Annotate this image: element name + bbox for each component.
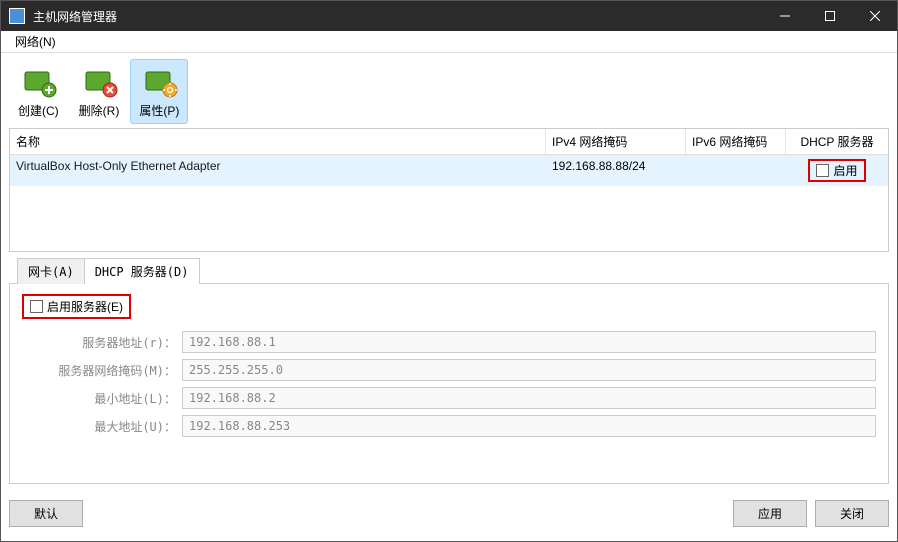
properties-label: 属性(P) (139, 102, 179, 119)
delete-button[interactable]: 删除(R) (70, 59, 129, 124)
dhcp-enable-highlight: 启用 (808, 159, 865, 182)
cell-dhcp: 启用 (786, 157, 888, 184)
tabs: 网卡(A) DHCP 服务器(D) (9, 258, 889, 284)
col-ipv4[interactable]: IPv4 网络掩码 (546, 129, 686, 154)
lower-bound-input[interactable] (182, 387, 876, 409)
cell-ipv4: 192.168.88.88/24 (546, 157, 686, 184)
minimize-button[interactable] (762, 1, 807, 31)
cell-ipv6 (686, 157, 786, 184)
create-icon (18, 64, 58, 100)
table-header: 名称 IPv4 网络掩码 IPv6 网络掩码 DHCP 服务器 (10, 129, 888, 155)
upper-bound-label: 最大地址(U)： (22, 418, 182, 435)
close-button[interactable] (852, 1, 897, 31)
tab-adapter[interactable]: 网卡(A) (17, 258, 85, 284)
titlebar: 主机网络管理器 (1, 1, 897, 31)
create-button[interactable]: 创建(C) (9, 59, 68, 124)
properties-button[interactable]: 属性(P) (130, 59, 188, 124)
tab-content-dhcp: 启用服务器(E) 服务器地址(r)： 服务器网络掩码(M)： 最小地址(L)： … (9, 283, 889, 484)
create-label: 创建(C) (18, 102, 59, 119)
toolbar: 创建(C) 删除(R) 属性(P) (9, 57, 889, 128)
server-mask-label: 服务器网络掩码(M)： (22, 362, 182, 379)
window-title: 主机网络管理器 (33, 8, 762, 25)
table-body: VirtualBox Host-Only Ethernet Adapter 19… (10, 155, 888, 251)
delete-label: 删除(R) (79, 102, 120, 119)
col-name[interactable]: 名称 (10, 129, 546, 154)
upper-bound-input[interactable] (182, 415, 876, 437)
col-ipv6[interactable]: IPv6 网络掩码 (686, 129, 786, 154)
dhcp-enable-checkbox[interactable] (816, 164, 829, 177)
col-dhcp[interactable]: DHCP 服务器 (786, 129, 888, 154)
tab-dhcp[interactable]: DHCP 服务器(D) (84, 258, 200, 284)
table-row[interactable]: VirtualBox Host-Only Ethernet Adapter 19… (10, 155, 888, 186)
cell-name: VirtualBox Host-Only Ethernet Adapter (10, 157, 546, 184)
enable-server-highlight: 启用服务器(E) (22, 294, 131, 319)
footer: 默认 应用 关闭 (1, 492, 897, 535)
apply-button[interactable]: 应用 (733, 500, 807, 527)
server-address-label: 服务器地址(r)： (22, 334, 182, 351)
network-table: 名称 IPv4 网络掩码 IPv6 网络掩码 DHCP 服务器 VirtualB… (9, 128, 889, 252)
server-address-input[interactable] (182, 331, 876, 353)
enable-server-checkbox[interactable] (30, 300, 43, 313)
maximize-button[interactable] (807, 1, 852, 31)
close-dialog-button[interactable]: 关闭 (815, 500, 889, 527)
lower-bound-label: 最小地址(L)： (22, 390, 182, 407)
app-icon (9, 8, 25, 24)
dhcp-enable-label: 启用 (833, 162, 857, 179)
default-button[interactable]: 默认 (9, 500, 83, 527)
server-mask-input[interactable] (182, 359, 876, 381)
menubar: 网络(N) (1, 31, 897, 53)
menu-network[interactable]: 网络(N) (9, 31, 62, 52)
delete-icon (79, 64, 119, 100)
properties-icon (139, 64, 179, 100)
enable-server-label: 启用服务器(E) (47, 298, 123, 315)
